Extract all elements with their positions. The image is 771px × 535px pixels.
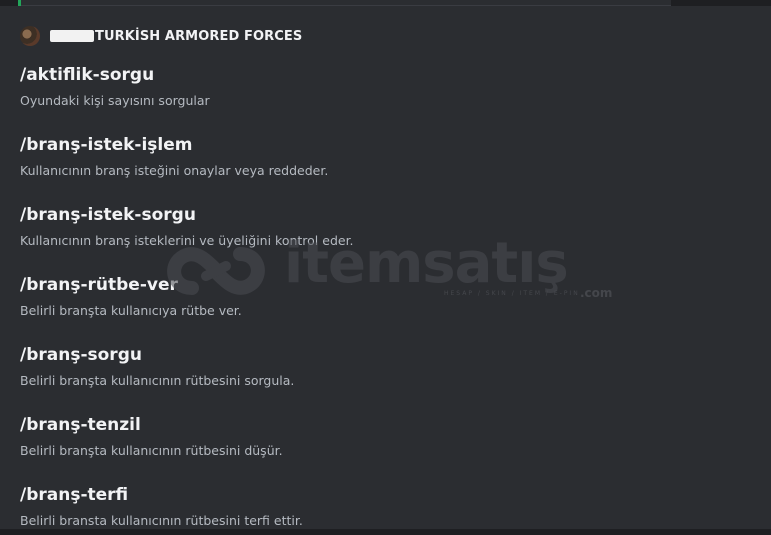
command-description: Kullanıcının branş isteğini onaylar veya…	[20, 163, 329, 178]
app-header: TURKİSH ARMORED FORCES	[20, 26, 302, 46]
command-description: Kullanıcının branş isteklerini ve üyeliğ…	[20, 233, 354, 248]
command-name: /branş-istek-işlem	[20, 135, 193, 155]
command-name: /branş-terfi	[20, 485, 129, 505]
bottom-strip	[0, 529, 771, 535]
command-item-brans-istek-islem[interactable]: /branş-istek-işlem Kullanıcının branş is…	[20, 134, 328, 180]
command-item-brans-rutbe-ver[interactable]: /branş-rütbe-ver Belirli branşta kullanı…	[20, 274, 242, 320]
command-description: Oyundaki kişi sayısını sorgular	[20, 93, 210, 108]
command-item-aktiflik-sorgu[interactable]: /aktiflik-sorgu Oyundaki kişi sayısını s…	[20, 64, 210, 110]
command-item-brans-terfi[interactable]: /branş-terfi Belirli bransta kullanıcını…	[20, 484, 303, 530]
command-description: Belirli branşta kullanıcıya rütbe ver.	[20, 303, 242, 318]
command-name: /branş-tenzil	[20, 415, 141, 435]
command-name: /branş-sorgu	[20, 345, 142, 365]
command-description: Belirli branşta kullanıcının rütbesini s…	[20, 373, 295, 388]
app-name: TURKİSH ARMORED FORCES	[95, 28, 303, 44]
command-name: /branş-rütbe-ver	[20, 275, 178, 295]
command-name: /aktiflik-sorgu	[20, 65, 155, 85]
command-description: Belirli branşta kullanıcının rütbesini d…	[20, 443, 283, 458]
command-item-brans-tenzil[interactable]: /branş-tenzil Belirli branşta kullanıcın…	[20, 414, 283, 460]
command-item-brans-istek-sorgu[interactable]: /branş-istek-sorgu Kullanıcının branş is…	[20, 204, 354, 250]
command-name: /branş-istek-sorgu	[20, 205, 196, 225]
command-list-panel: TURKİSH ARMORED FORCES /aktiflik-sorgu O…	[0, 6, 771, 529]
app-avatar	[20, 26, 40, 46]
command-item-brans-sorgu[interactable]: /branş-sorgu Belirli branşta kullanıcını…	[20, 344, 294, 390]
redacted-text	[50, 30, 94, 42]
command-description: Belirli bransta kullanıcının rütbesini t…	[20, 513, 303, 528]
